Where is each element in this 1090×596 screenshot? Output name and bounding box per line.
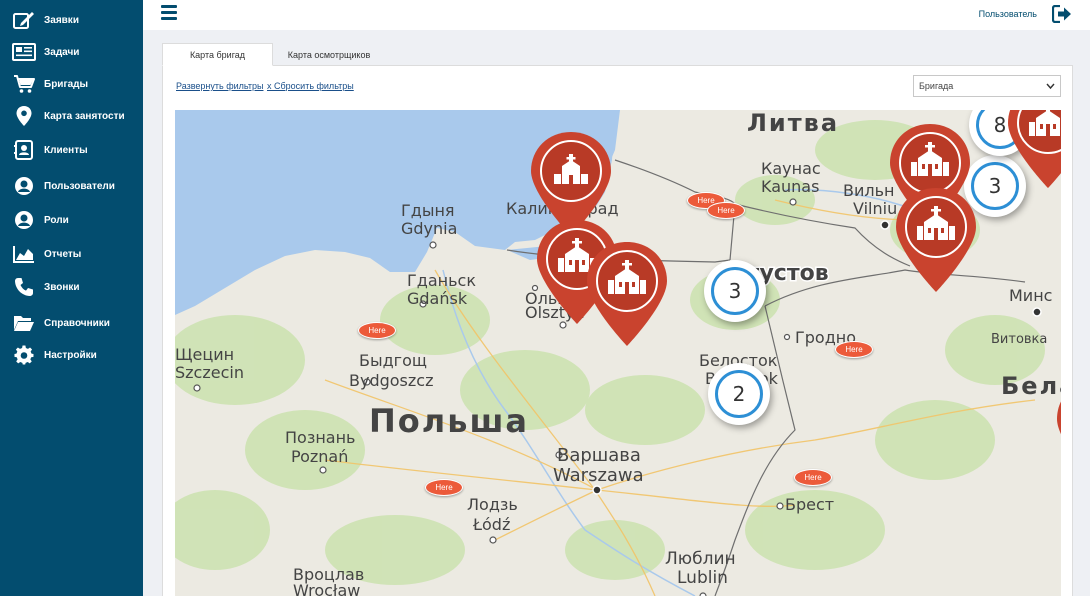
svg-text:Польша: Польша (369, 402, 529, 440)
svg-text:Szczecin: Szczecin (175, 363, 244, 382)
sidebar-item-label: Звонки (44, 281, 80, 293)
tab-brigades-map[interactable]: Карта бригад (162, 43, 273, 66)
user-circle-icon (0, 170, 44, 202)
folder-open-icon (0, 307, 44, 339)
cluster-marker[interactable]: 2 (708, 363, 770, 425)
here-marker[interactable]: Here (707, 202, 745, 219)
chevron-down-icon (1046, 82, 1055, 92)
sidebar-item-calls[interactable]: Звонки (0, 271, 143, 303)
here-marker[interactable]: Here (835, 341, 873, 358)
svg-text:Warszawa: Warszawa (553, 465, 644, 486)
phone-icon (0, 271, 44, 303)
svg-text:Гданьск: Гданьск (407, 271, 476, 290)
sidebar-item-occupancy-map[interactable]: Карта занятости (0, 100, 143, 132)
svg-text:Каунас: Каунас (761, 159, 821, 178)
map-view[interactable]: Литва Каунас Kaunas Вильн Vilniu Калинин… (175, 110, 1061, 596)
sidebar-item-label: Отчеты (44, 248, 82, 260)
here-marker[interactable]: Here (794, 469, 832, 486)
sidebar-item-label: Пользователи (44, 180, 115, 192)
sidebar-item-directories[interactable]: Справочники (0, 307, 143, 339)
svg-text:Łódź: Łódź (472, 515, 510, 534)
church-pin-marker[interactable] (1055, 378, 1061, 488)
svg-text:Bydgoszcz: Bydgoszcz (349, 371, 433, 390)
svg-text:Познань: Познань (285, 428, 355, 447)
tab-inspectors-map[interactable]: Карта осмотрщиков (274, 43, 384, 66)
user-menu[interactable]: Пользователь (979, 9, 1037, 19)
top-header: Пользователь (143, 0, 1090, 30)
sidebar-item-brigades[interactable]: Бригады (0, 68, 143, 100)
svg-text:Витовка: Витовка (991, 332, 1047, 347)
user-role-icon (0, 204, 44, 236)
svg-text:Gdańsk: Gdańsk (407, 289, 468, 308)
sidebar-item-label: Справочники (44, 317, 110, 329)
here-marker[interactable]: Here (358, 322, 396, 339)
svg-text:Литва: Литва (747, 110, 839, 137)
svg-text:Люблин: Люблин (665, 549, 736, 569)
sidebar-item-label: Задачи (44, 46, 80, 58)
brigade-select-value: Бригада (919, 81, 954, 91)
sidebar-item-label: Клиенты (44, 144, 88, 156)
here-marker[interactable]: Here (425, 479, 463, 496)
svg-text:Вильн: Вильн (843, 181, 895, 200)
church-pin-marker[interactable] (585, 240, 669, 350)
sidebar-item-users[interactable]: Пользователи (0, 170, 143, 202)
sidebar-item-label: Карта занятости (44, 110, 125, 122)
cart-icon (0, 68, 44, 100)
sidebar-item-label: Настройки (44, 349, 97, 361)
svg-text:Wrocław: Wrocław (293, 581, 360, 596)
svg-text:Варшава: Варшава (557, 445, 641, 466)
sidebar-item-reports[interactable]: Отчеты (0, 238, 143, 270)
reset-filters-link[interactable]: x Сбросить фильтры (267, 81, 354, 91)
svg-text:Быдгощ: Быдгощ (359, 351, 427, 370)
sidebar-item-label: Роли (44, 214, 69, 226)
svg-text:Гдыня: Гдыня (401, 201, 455, 220)
church-pin-marker[interactable] (894, 186, 978, 296)
svg-text:Lublin: Lublin (677, 568, 728, 588)
church-pin-marker[interactable] (1006, 110, 1061, 192)
sidebar: Заявки Задачи Бригады Карта занятости Кл… (0, 0, 143, 596)
logout-icon[interactable] (1051, 4, 1072, 24)
svg-text:Минс: Минс (1009, 286, 1052, 305)
sidebar-item-label: Бригады (44, 78, 89, 90)
edit-icon (0, 4, 44, 36)
svg-text:Бела: Бела (1001, 372, 1061, 400)
sidebar-item-clients[interactable]: Клиенты (0, 134, 143, 166)
contact-card-icon (0, 134, 44, 166)
sidebar-item-roles[interactable]: Роли (0, 204, 143, 236)
svg-text:Gdynia: Gdynia (401, 219, 457, 238)
svg-text:Poznań: Poznań (291, 447, 348, 466)
svg-text:Брест: Брест (785, 495, 834, 514)
newspaper-icon (0, 36, 44, 68)
map-marker-icon (0, 100, 44, 132)
sidebar-item-label: Заявки (44, 14, 79, 26)
svg-text:Лодзь: Лодзь (467, 495, 518, 514)
sidebar-item-tasks[interactable]: Задачи (0, 36, 143, 68)
expand-filters-link[interactable]: Развернуть фильтры (176, 81, 263, 91)
sidebar-item-requests[interactable]: Заявки (0, 4, 143, 36)
menu-toggle-icon[interactable] (161, 5, 177, 21)
svg-text:Kaunas: Kaunas (761, 177, 819, 196)
cluster-marker[interactable]: 3 (704, 260, 766, 322)
area-chart-icon (0, 238, 44, 270)
brigade-select[interactable]: Бригада (913, 75, 1061, 97)
sidebar-item-settings[interactable]: Настройки (0, 339, 143, 371)
gear-icon (0, 339, 44, 371)
svg-text:Щецин: Щецин (175, 345, 234, 364)
